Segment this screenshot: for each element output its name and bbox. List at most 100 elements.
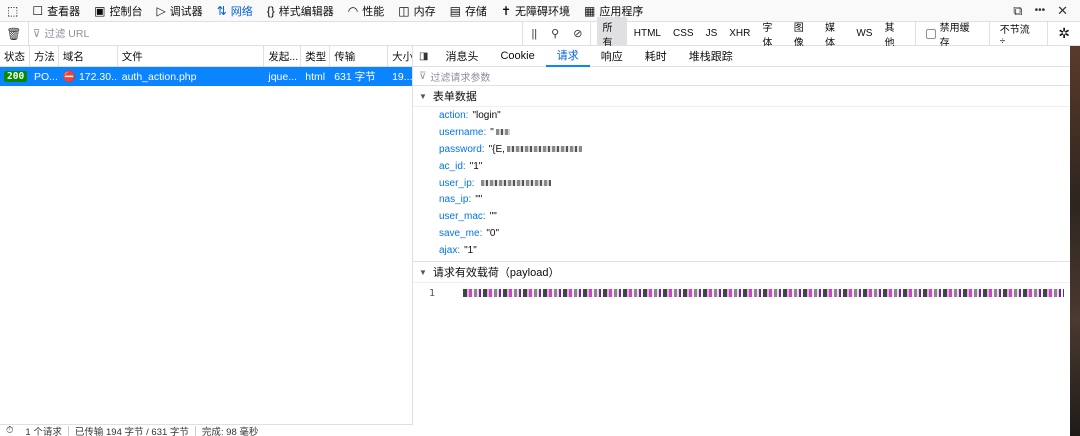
tab-headers[interactable]: 消息头 <box>434 46 489 67</box>
tab-label: 控制台 <box>109 5 143 18</box>
type-filter-ws[interactable]: WS <box>851 26 877 41</box>
domain-value: 172.30.... <box>78 70 118 83</box>
form-field-ac-id[interactable]: ac_id: "1" <box>439 158 1070 175</box>
field-value: " <box>490 126 494 138</box>
gear-icon: ✲ <box>1058 25 1070 41</box>
insecure-lock-icon: ⛔ <box>62 71 76 83</box>
tab-console[interactable]: ▣ 控制台 <box>87 0 149 22</box>
debugger-icon: ▷ <box>156 3 166 18</box>
panel-toggle-icon: ◨ <box>419 50 429 62</box>
block-icon[interactable]: ⊘ <box>573 27 582 40</box>
tab-label: 样式编辑器 <box>278 5 334 18</box>
tab-inspector[interactable]: ☐ 查看器 <box>25 0 87 22</box>
tab-request[interactable]: 请求 <box>545 46 590 67</box>
column-header-initiator[interactable]: 发起... <box>264 45 302 67</box>
toolbox-controls: ⧉ ••• ✕ <box>1013 3 1080 19</box>
tab-network[interactable]: ⇅ 网络 <box>210 0 260 22</box>
application-icon: ▦ <box>584 3 596 18</box>
tab-performance[interactable]: ◠ 性能 <box>341 0 391 22</box>
tab-response[interactable]: 响应 <box>590 46 634 67</box>
tab-debugger[interactable]: ▷ 调试器 <box>149 0 209 22</box>
form-field-user-mac[interactable]: user_mac: "" <box>439 208 1070 225</box>
field-value: "login" <box>472 109 501 121</box>
clear-requests-button[interactable]: 🗑 <box>0 27 28 41</box>
column-header-method[interactable]: 方法 <box>30 45 59 67</box>
form-field-nas-ip[interactable]: nas_ip: "" <box>439 191 1070 208</box>
tab-memory[interactable]: ◫ 内存 <box>391 0 442 22</box>
type-filter-xhr[interactable]: XHR <box>724 26 755 41</box>
console-icon: ▣ <box>94 3 106 18</box>
chevron-down-icon: ▼ <box>419 267 427 277</box>
column-header-transferred[interactable]: 传输 <box>330 45 389 67</box>
table-header: 状态 方法 域名 文件 发起... 类型 传输 大小 <box>0 45 412 67</box>
tab-label: 存储 <box>464 5 487 18</box>
tab-label: 无障碍环境 <box>515 5 570 18</box>
column-header-file[interactable]: 文件 <box>118 45 265 67</box>
network-settings-button[interactable]: ✲ <box>1047 21 1080 46</box>
search-icon[interactable]: ⚲ <box>551 27 559 40</box>
column-header-status[interactable]: 状态 <box>0 45 30 67</box>
form-data-list: action: "login" username: " password: "{E, … <box>413 107 1070 259</box>
type-filter-css[interactable]: CSS <box>668 26 699 41</box>
form-field-ajax[interactable]: ajax: "1" <box>439 242 1070 259</box>
type-filter-html[interactable]: HTML <box>629 26 666 41</box>
table-row[interactable]: 200 PO... ⛔172.30.... auth_action.php jq… <box>0 67 412 86</box>
style-editor-icon: {} <box>266 3 275 18</box>
filter-icon: ⊽ <box>419 70 427 82</box>
filter-icon: ⊽ <box>32 27 41 40</box>
method-cell: PO... <box>33 70 58 83</box>
form-field-user-ip[interactable]: user_ip: <box>439 175 1070 192</box>
field-key: action: <box>439 109 469 121</box>
performance-analysis-icon[interactable]: ⏱ <box>0 425 19 436</box>
initiator-cell[interactable]: jque... <box>264 67 301 86</box>
chevron-down-icon: ▼ <box>419 91 427 101</box>
filter-right-controls: 禁用缓存 不节流 ÷ ✲ <box>914 21 1080 49</box>
line-number: 1 <box>429 287 436 299</box>
field-value: "1" <box>469 160 483 172</box>
inspector-icon: ☐ <box>32 3 44 18</box>
status-cell: 200 <box>0 67 30 86</box>
tab-accessibility[interactable]: ✝ 无障碍环境 <box>494 0 577 22</box>
pause-icon[interactable]: || <box>531 28 537 40</box>
form-field-username[interactable]: username: " <box>439 124 1070 141</box>
more-icon[interactable]: ••• <box>1035 5 1046 16</box>
field-key: username: <box>439 126 487 138</box>
type-filter-js[interactable]: JS <box>701 26 723 41</box>
form-field-action[interactable]: action: "login" <box>439 107 1070 124</box>
tab-style-editor[interactable]: {} 样式编辑器 <box>260 0 341 22</box>
dock-icon[interactable]: ⧉ <box>1013 3 1022 19</box>
tab-timings[interactable]: 耗时 <box>634 46 678 67</box>
accessibility-icon: ✝ <box>500 3 511 18</box>
payload-code-line[interactable]: 1 <box>413 283 1070 303</box>
disable-cache-label: 禁用缓存 <box>939 22 970 49</box>
background-window-edge <box>1070 46 1080 436</box>
form-field-save-me[interactable]: save_me: "0" <box>439 225 1070 242</box>
tab-stack-trace[interactable]: 堆栈跟踪 <box>678 46 744 67</box>
param-filter-placeholder: 过滤请求参数 <box>430 72 491 84</box>
performance-icon: ◠ <box>347 3 359 18</box>
field-key: nas_ip: <box>439 194 472 206</box>
storage-icon: ▤ <box>449 3 461 18</box>
finish-time: 完成: 98 毫秒 <box>201 426 259 436</box>
form-data-title: 表单数据 <box>432 91 477 103</box>
url-filter-input[interactable]: ⊽ 过滤 URL <box>27 21 523 46</box>
field-key: password: <box>439 143 485 155</box>
throttling-value: 不节流 ÷ <box>999 24 1030 47</box>
column-header-type[interactable]: 类型 <box>301 45 331 67</box>
network-filter-bar: 🗑 ⊽ 过滤 URL || ⚲ ⊘ 所有 HTML CSS JS XHR 字体 … <box>0 16 1080 51</box>
field-key: save_me: <box>439 228 483 240</box>
pick-element-button[interactable]: ⬚ <box>0 0 25 22</box>
throttling-select[interactable]: 不节流 ÷ <box>988 21 1048 47</box>
close-icon[interactable]: ✕ <box>1057 3 1068 19</box>
redacted-value <box>480 180 551 186</box>
request-param-filter-input[interactable]: ⊽ 过滤请求参数 <box>413 67 1070 86</box>
disable-cache-checkbox[interactable]: 禁用缓存 <box>914 21 989 49</box>
toggle-sidebar-button[interactable]: ◨ <box>413 46 434 67</box>
column-header-size[interactable]: 大小 <box>388 46 412 67</box>
form-field-password[interactable]: password: "{E, <box>439 141 1070 158</box>
column-header-domain[interactable]: 域名 <box>59 45 118 67</box>
tab-cookies[interactable]: Cookie <box>489 46 545 67</box>
payload-section-header[interactable]: ▼ 请求有效载荷（payload） <box>413 262 1070 284</box>
form-data-section-header[interactable]: ▼ 表单数据 <box>413 86 1070 107</box>
tab-storage[interactable]: ▤ 存储 <box>443 0 494 22</box>
